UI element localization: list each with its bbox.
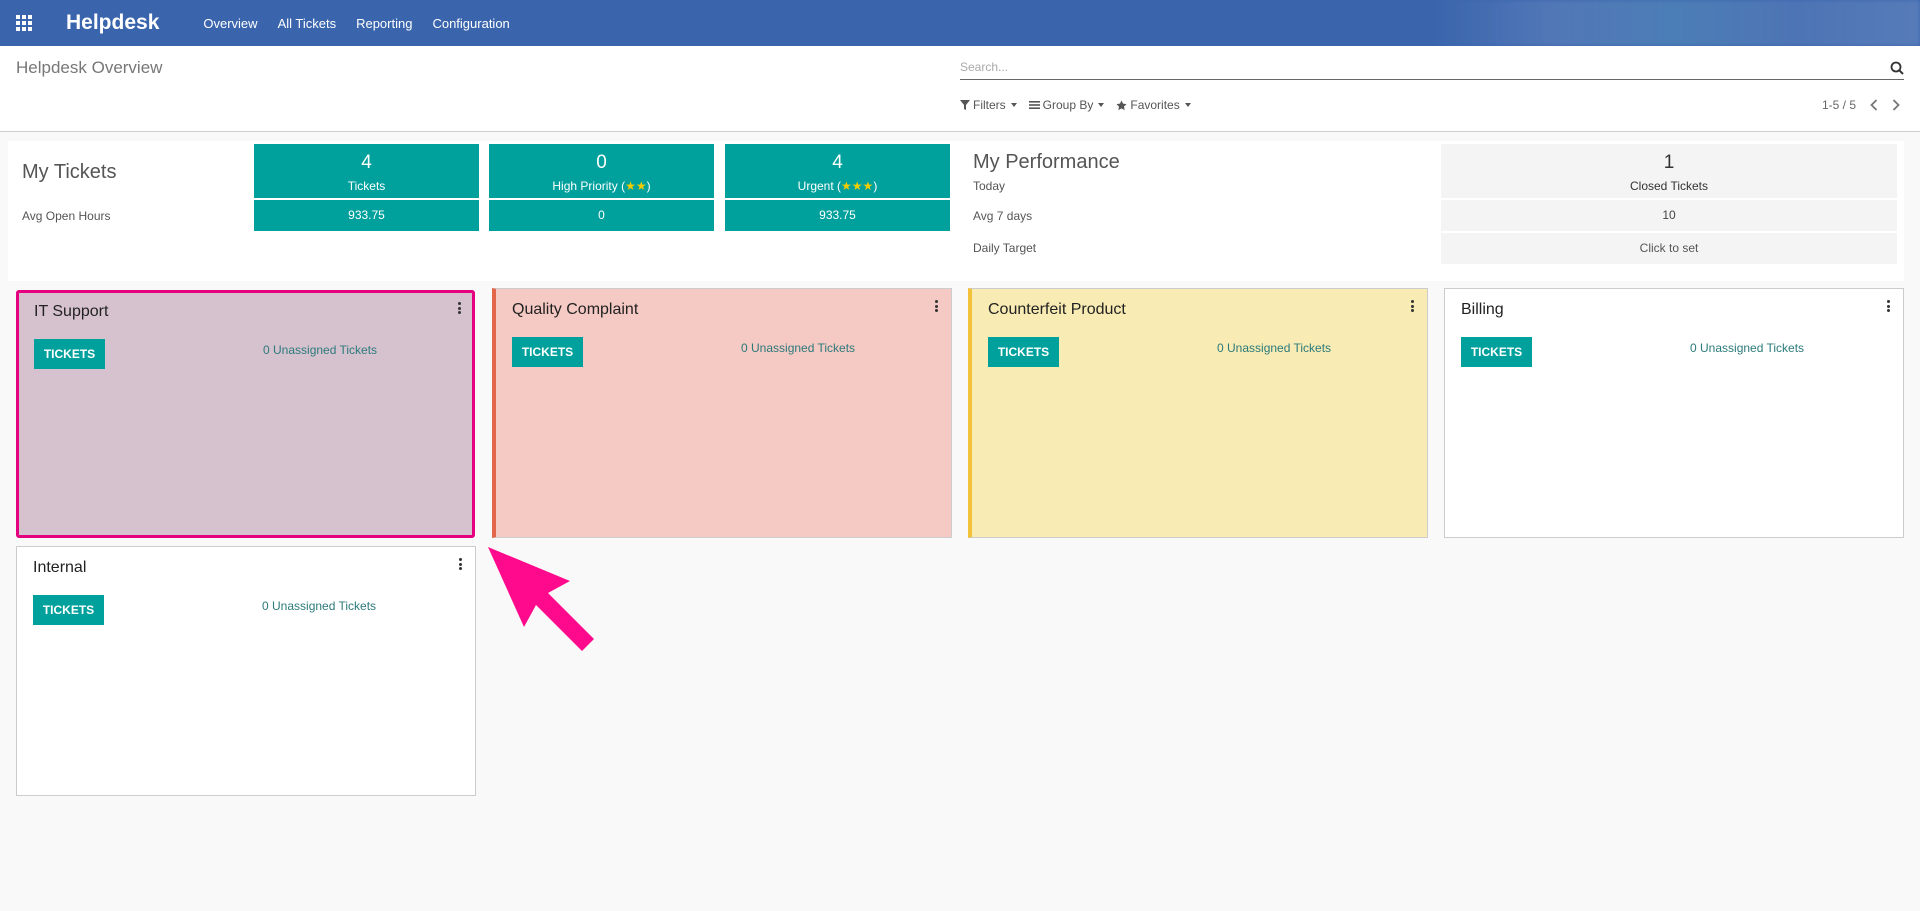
favorites-label: Favorites <box>1130 98 1180 112</box>
unassigned-tickets-link[interactable]: 0 Unassigned Tickets <box>741 341 855 355</box>
pager-next-button[interactable] <box>1892 99 1900 111</box>
user-menu-area[interactable] <box>1430 0 1920 46</box>
search-options: Filters Group By Favorites <box>960 98 1203 112</box>
avg-7-days-value: 10 <box>1441 200 1897 231</box>
priority-stars-icon: ★★ <box>625 179 647 193</box>
page-title: Helpdesk Overview <box>16 58 163 77</box>
team-name[interactable]: Counterfeit Product <box>988 301 1126 319</box>
app-brand[interactable]: Helpdesk <box>66 11 159 35</box>
menu-overview[interactable]: Overview <box>203 16 257 31</box>
search-bar <box>960 56 1904 80</box>
filters-dropdown[interactable]: Filters <box>960 98 1017 112</box>
tickets-button[interactable]: TICKETS <box>512 337 583 367</box>
tickets-button[interactable]: TICKETS <box>988 337 1059 367</box>
urgent-label: Urgent ( <box>797 179 842 193</box>
team-name[interactable]: Billing <box>1461 301 1504 319</box>
my-tickets-label: My Tickets <box>22 161 117 183</box>
high-priority-stat[interactable]: 0 High Priority (★★) <box>489 144 714 198</box>
unassigned-tickets-link[interactable]: 0 Unassigned Tickets <box>263 343 377 357</box>
filters-label: Filters <box>973 98 1006 112</box>
my-tickets-stat[interactable]: 4 Tickets <box>254 144 479 198</box>
unassigned-tickets-link[interactable]: 0 Unassigned Tickets <box>1217 341 1331 355</box>
pager: 1-5 / 5 <box>1822 98 1900 112</box>
high-priority-suffix: ) <box>646 179 651 193</box>
pager-value[interactable]: 1-5 / 5 <box>1822 98 1856 112</box>
high-priority-avg-hours[interactable]: 0 <box>489 200 714 231</box>
unassigned-tickets-link[interactable]: 0 Unassigned Tickets <box>1690 341 1804 355</box>
closed-tickets-label: Closed Tickets <box>1629 179 1709 193</box>
urgent-caption: Urgent (★★★) <box>725 179 950 193</box>
search-icon[interactable] <box>1890 61 1904 75</box>
tickets-button[interactable]: TICKETS <box>33 595 104 625</box>
search-input[interactable] <box>960 56 1860 78</box>
avg-open-hours-label: Avg Open Hours <box>22 209 111 223</box>
tickets-count: 4 <box>361 152 372 173</box>
today-label: Today <box>973 179 1006 193</box>
card-menu-icon[interactable] <box>1409 299 1415 313</box>
avg-7-days-label: Avg 7 days <box>973 209 1033 223</box>
chevron-left-icon <box>1870 99 1878 111</box>
pager-previous-button[interactable] <box>1870 99 1878 111</box>
tickets-avg-hours[interactable]: 933.75 <box>254 200 479 231</box>
team-name[interactable]: IT Support <box>34 303 108 321</box>
urgent-stat[interactable]: 4 Urgent (★★★) <box>725 144 950 198</box>
favorites-dropdown[interactable]: Favorites <box>1116 98 1191 112</box>
my-performance-label: My Performance <box>973 151 1120 173</box>
apps-grid-icon[interactable] <box>16 15 34 31</box>
filter-icon <box>960 100 970 110</box>
top-navbar: Helpdesk Overview All Tickets Reporting … <box>0 0 1920 46</box>
star-icon <box>1116 99 1127 110</box>
menu-reporting[interactable]: Reporting <box>356 16 412 31</box>
team-card-billing[interactable]: Billing TICKETS 0 Unassigned Tickets <box>1444 288 1904 538</box>
helpdesk-dashboard: My Tickets Avg Open Hours 4 Tickets 933.… <box>8 141 1904 281</box>
menu-configuration[interactable]: Configuration <box>432 16 509 31</box>
high-priority-label: High Priority ( <box>552 179 626 193</box>
group-by-dropdown[interactable]: Group By <box>1028 98 1105 112</box>
unassigned-tickets-link[interactable]: 0 Unassigned Tickets <box>262 599 376 613</box>
pointer-arrow-icon <box>488 547 594 651</box>
urgent-avg-hours[interactable]: 933.75 <box>725 200 950 231</box>
team-card-quality-complaint[interactable]: Quality Complaint TICKETS 0 Unassigned T… <box>492 288 952 538</box>
closed-tickets-stat: 1 Closed Tickets <box>1441 144 1897 198</box>
team-card-it-support[interactable]: IT Support TICKETS 0 Unassigned Tickets <box>16 290 475 538</box>
card-menu-icon[interactable] <box>933 299 939 313</box>
group-by-label: Group By <box>1042 98 1094 112</box>
caret-down-icon <box>1184 103 1191 107</box>
card-menu-icon[interactable] <box>456 301 462 315</box>
control-panel: Helpdesk Overview Filters Group By Favor… <box>0 46 1920 132</box>
urgent-count: 4 <box>832 152 843 173</box>
high-priority-caption: High Priority (★★) <box>489 179 714 193</box>
caret-down-icon <box>1010 103 1017 107</box>
daily-target-label: Daily Target <box>973 241 1037 255</box>
high-priority-count: 0 <box>596 152 607 173</box>
daily-target-set[interactable]: Click to set <box>1441 233 1897 264</box>
tickets-label: Tickets <box>347 179 386 193</box>
menu-all-tickets[interactable]: All Tickets <box>278 16 337 31</box>
urgent-suffix: ) <box>873 179 878 193</box>
team-card-internal[interactable]: Internal TICKETS 0 Unassigned Tickets <box>16 546 476 796</box>
closed-tickets-count: 1 <box>1663 152 1675 173</box>
card-menu-icon[interactable] <box>457 557 463 571</box>
tickets-button[interactable]: TICKETS <box>1461 337 1532 367</box>
tickets-button[interactable]: TICKETS <box>34 339 105 369</box>
card-menu-icon[interactable] <box>1885 299 1891 313</box>
list-icon <box>1028 101 1040 109</box>
urgent-stars-icon: ★★★ <box>841 179 874 193</box>
chevron-right-icon <box>1892 99 1900 111</box>
team-name[interactable]: Quality Complaint <box>512 301 638 319</box>
team-name[interactable]: Internal <box>33 559 86 577</box>
team-card-counterfeit-product[interactable]: Counterfeit Product TICKETS 0 Unassigned… <box>968 288 1428 538</box>
caret-down-icon <box>1098 103 1105 107</box>
